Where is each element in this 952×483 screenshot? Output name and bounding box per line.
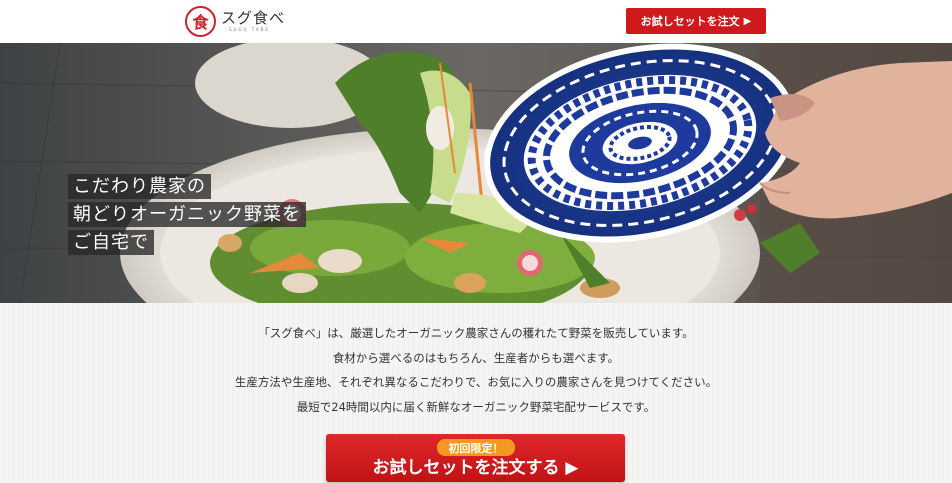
intro-section: 「スグ食べ」は、厳選したオーガニック農家さんの穫れたて野菜を販売しています。 食… [0,303,952,483]
intro-line: 最短で24時間以内に届く新鮮なオーガニック野菜宅配サービスです。 [296,399,656,414]
order-trial-set-button[interactable]: 初回限定！ お試しセットを注文する ▶ [326,434,625,482]
hero-catchcopy-line: 朝どりオーガニック野菜を [68,202,306,227]
logo-text: スグ食べ SUGU TABE [221,8,286,33]
order-trial-set-label: お試しセットを注文する ▶ [372,458,579,478]
intro-description: 「スグ食べ」は、厳選したオーガニック農家さんの穫れたて野菜を販売しています。 食… [0,321,952,419]
logo-subtitle: SUGU TABE [229,26,270,32]
intro-line: 生産方法や生産地、それぞれ異なるこだわりで、お気に入りの農家さんを見つけてくださ… [234,375,718,389]
site-header: 食 スグ食べ SUGU TABE お試しセットを注文 ▶ [0,0,952,43]
hero-salad-image [0,43,952,303]
intro-line: 「スグ食べ」は、厳選したオーガニック農家さんの穫れたて野菜を販売しています。 [258,326,694,340]
hero-catchcopy-line: こだわり農家の [68,174,211,199]
logo-mark-icon: 食 [185,5,216,37]
logo-name: スグ食べ [221,8,286,27]
hero-banner: こだわり農家の 朝どりオーガニック野菜を ご自宅で [0,43,952,303]
hero-catchcopy-line: ご自宅で [68,230,154,255]
site-logo[interactable]: 食 スグ食べ SUGU TABE [185,5,285,37]
play-arrow-icon: ▶ [743,15,752,27]
first-time-limited-badge: 初回限定！ [437,439,515,456]
hero-catchcopy: こだわり農家の 朝どりオーガニック野菜を ご自宅で [68,174,306,255]
intro-line: 食材から選べるのはもちろん、生産者からも選べます。 [332,350,620,365]
header-order-trial-label: お試しセットを注文 [640,15,740,28]
header-order-trial-button[interactable]: お試しセットを注文 ▶ [626,8,766,34]
